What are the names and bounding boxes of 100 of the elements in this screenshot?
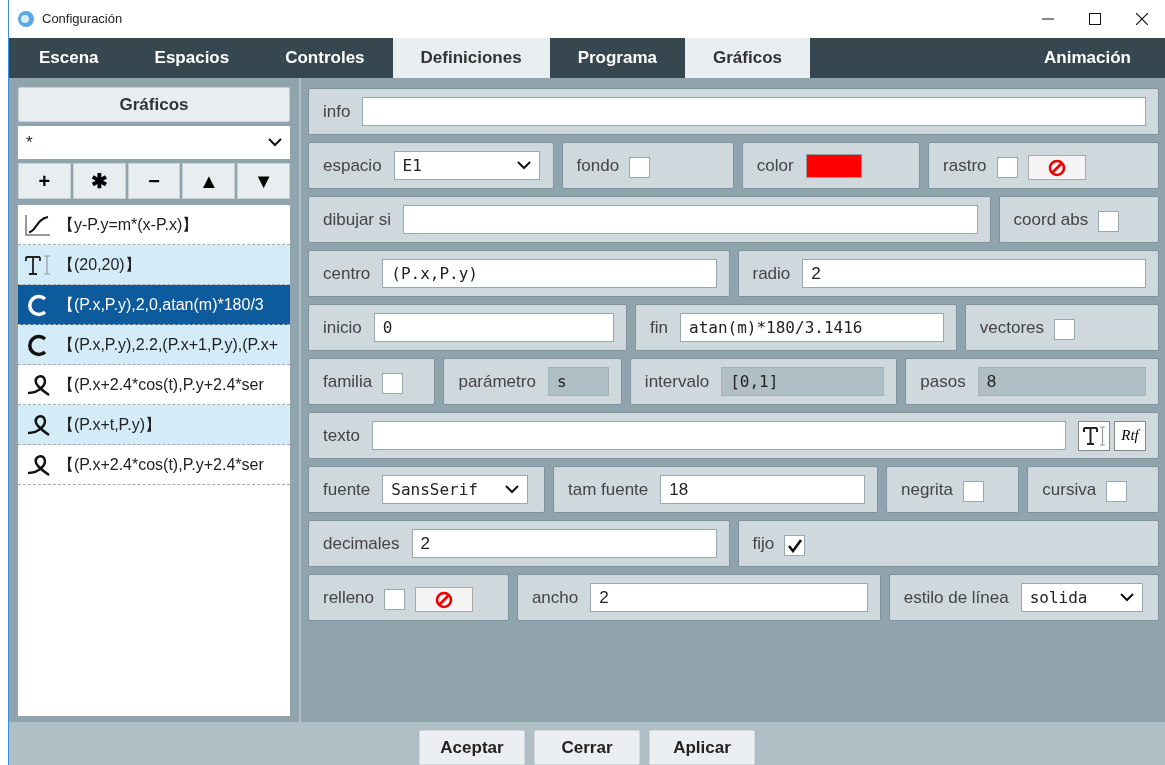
maximize-icon[interactable] — [1088, 13, 1101, 25]
input-field[interactable]: atan(m)*180/3.1416 — [680, 313, 944, 342]
checkbox[interactable] — [384, 589, 406, 610]
toolbar-button[interactable]: ✱ — [72, 163, 126, 199]
item-label: 【(P.x,P.y),2.2,(P.x+1,P.y),(P.x+ — [58, 334, 278, 355]
field-label: fondo — [576, 154, 620, 177]
checkbox[interactable] — [1106, 481, 1128, 502]
select-value: solida — [1029, 586, 1088, 609]
field-label: color — [756, 154, 794, 177]
input-field[interactable] — [371, 421, 1066, 450]
prohibited-icon — [1047, 158, 1066, 177]
field-label: intervalo — [644, 370, 710, 393]
checkbox[interactable] — [629, 157, 651, 178]
dialog-button[interactable]: Cerrar — [534, 730, 640, 765]
field-label: fijo — [752, 532, 775, 555]
list-item[interactable]: 【(P.x+2.4*cos(t),P.y+2.4*ser — [18, 445, 290, 485]
check-icon — [786, 538, 803, 553]
tab[interactable]: Espacios — [126, 38, 258, 78]
chevron-down-icon — [516, 161, 531, 170]
select-value: E1 — [402, 154, 422, 177]
list-item[interactable]: 【(20,20)】 — [18, 245, 290, 285]
list-item[interactable]: 【(P.x,P.y),2.2,(P.x+1,P.y),(P.x+ — [18, 325, 290, 365]
text-cursor-icon — [24, 252, 52, 277]
input-field[interactable] — [362, 97, 1146, 126]
input-field[interactable]: 2 — [411, 529, 717, 558]
chevron-down-icon — [1119, 593, 1134, 602]
dialog-button[interactable]: Aplicar — [649, 730, 755, 765]
field-label: ancho — [531, 586, 579, 609]
toolbar-button[interactable]: ▼ — [237, 163, 290, 199]
graph-icon — [24, 212, 52, 237]
item-label: 【(P.x,P.y),2,0,atan(m)*180/3 — [58, 294, 264, 315]
rtf-button[interactable]: Rtf — [1114, 420, 1146, 451]
field-label: fin — [650, 316, 669, 339]
input-field[interactable]: 18 — [660, 475, 865, 504]
app-icon — [17, 10, 35, 28]
toolbar-button[interactable]: − — [127, 163, 181, 199]
field-label: info — [323, 100, 351, 123]
prohibited-icon — [435, 590, 454, 609]
list-item[interactable]: 【(P.x,P.y),2,0,atan(m)*180/3 — [18, 285, 290, 325]
window-title: Configuración — [42, 10, 123, 29]
field-label: dibujar si — [323, 208, 392, 231]
select-field[interactable]: solida — [1020, 583, 1143, 612]
close-icon[interactable] — [1135, 13, 1148, 25]
select-field[interactable]: SansSerif — [382, 475, 529, 504]
field-label: vectores — [979, 316, 1045, 339]
input-field[interactable]: 2 — [590, 583, 868, 612]
chevron-down-icon — [268, 138, 282, 147]
item-label: 【(P.x+t,P.y)】 — [58, 414, 161, 435]
field-label: radio — [752, 262, 791, 285]
input-field[interactable] — [403, 205, 978, 234]
item-label: 【y-P.y=m*(x-P.x)】 — [58, 214, 199, 235]
field-label: espacio — [323, 154, 382, 177]
tab[interactable]: Programa — [549, 38, 685, 78]
field-label: coord abs — [1013, 208, 1089, 231]
no-color-button[interactable] — [1027, 155, 1086, 180]
field-label: pasos — [920, 370, 966, 393]
tab[interactable]: Definiciones — [392, 38, 550, 78]
field-label: decimales — [323, 532, 400, 555]
field-label: tam fuente — [567, 478, 649, 501]
dialog-button[interactable]: Aceptar — [419, 730, 525, 765]
color-swatch[interactable] — [805, 153, 862, 178]
item-label: 【(20,20)】 — [58, 254, 141, 275]
tab[interactable]: Controles — [257, 38, 393, 78]
toolbar-button[interactable]: ▲ — [182, 163, 236, 199]
field-label: cursiva — [1042, 478, 1097, 501]
input-field[interactable]: 0 — [373, 313, 615, 342]
checkbox[interactable] — [963, 481, 984, 502]
select-value: SansSerif — [391, 478, 478, 501]
field-label: fuente — [323, 478, 371, 501]
select-field[interactable]: E1 — [393, 151, 540, 180]
checkbox[interactable] — [382, 373, 404, 394]
item-label: 【(P.x+2.4*cos(t),P.y+2.4*ser — [58, 374, 264, 395]
checkbox[interactable] — [784, 535, 806, 556]
no-color-button[interactable] — [415, 587, 474, 612]
field-label: texto — [323, 424, 360, 447]
checkbox[interactable] — [996, 157, 1018, 178]
tab[interactable]: Escena — [11, 38, 127, 78]
text-style-button[interactable] — [1078, 420, 1110, 451]
checkbox[interactable] — [1054, 319, 1076, 340]
input-field[interactable]: 2 — [802, 259, 1146, 288]
field-label: familia — [323, 370, 373, 393]
field-label: estilo de línea — [903, 586, 1009, 609]
tab[interactable]: Gráficos — [685, 38, 810, 78]
select-value: * — [26, 131, 33, 154]
filter-select[interactable]: * — [18, 126, 290, 159]
field-label: negrita — [901, 478, 953, 501]
toolbar-button[interactable]: + — [18, 163, 71, 199]
field-label: centro — [323, 262, 371, 285]
item-label: 【(P.x+2.4*cos(t),P.y+2.4*ser — [58, 454, 264, 475]
checkbox[interactable] — [1098, 211, 1120, 232]
tab[interactable]: Animación — [1016, 38, 1159, 78]
text-cursor-icon — [1082, 424, 1106, 447]
field-label: relleno — [323, 586, 375, 609]
field-label: rastro — [943, 154, 987, 177]
list-header-button[interactable]: Gráficos — [18, 87, 290, 122]
field-label: parámetro — [458, 370, 536, 393]
chevron-down-icon — [505, 485, 520, 494]
field-label: inicio — [323, 316, 362, 339]
list-item[interactable]: 【(P.x+t,P.y)】 — [18, 405, 290, 445]
input-field[interactable]: (P.x,P.y) — [382, 259, 717, 288]
